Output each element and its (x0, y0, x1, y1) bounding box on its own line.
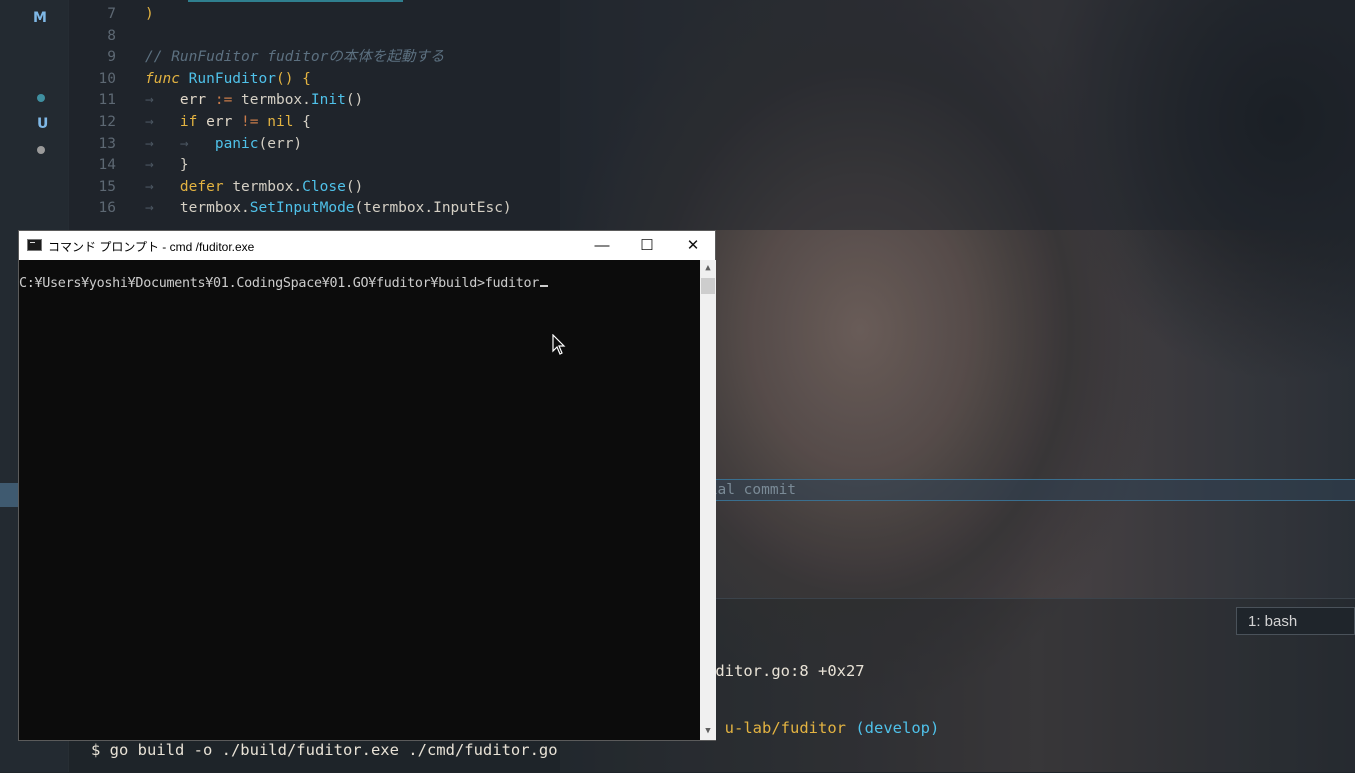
code-token: ) (145, 6, 154, 22)
code-line: 12 → if err != nil { (68, 111, 311, 133)
commit-message-row: tial commit (700, 479, 1355, 501)
code-token: func (145, 70, 189, 87)
code-line: 10 func RunFuditor() { (68, 68, 311, 90)
command-prompt-window[interactable]: コマンド プロンプト - cmd /fuditor.exe — ☐ ✕ C:¥U… (18, 230, 716, 741)
code-token: err (206, 114, 242, 130)
line-number: 10 (98, 70, 116, 87)
terminal-prompt-line: u-lab/fuditor (develop) (706, 701, 940, 737)
code-token: if (179, 114, 207, 130)
code-token: { (302, 114, 311, 130)
code-line: 15 → defer termbox.Close() (68, 176, 364, 198)
code-line: 13 → → panic(err) (68, 133, 303, 155)
code-token: nil (267, 114, 303, 130)
line-number: 8 (107, 27, 116, 44)
line-number: 9 (107, 49, 116, 66)
cmd-prompt-line: C:¥Users¥yoshi¥Documents¥01.CodingSpace¥… (19, 276, 549, 291)
line-number: 12 (98, 114, 116, 130)
untracked-marker: U (37, 116, 49, 132)
code-token: Close (302, 178, 346, 195)
cmd-app-icon (27, 239, 42, 251)
code-token: termbox. (179, 200, 250, 217)
code-token: SetInputMode (249, 200, 355, 217)
code-line: 8 (68, 25, 145, 47)
code-token: → (145, 114, 180, 130)
code-token: err (179, 92, 215, 109)
code-token: (termbox.InputEsc) (354, 200, 512, 217)
cmd-prompt-text: C:¥Users¥yoshi¥Documents¥01.CodingSpace¥… (19, 276, 540, 291)
code-token: termbox. (232, 178, 303, 195)
mouse-pointer-icon (552, 334, 566, 355)
selection-strip (0, 483, 18, 507)
status-dot-icon (37, 94, 45, 102)
code-token: (err) (258, 135, 303, 152)
code-editor[interactable]: 7) 8 9// RunFuditor fuditorの本体を起動する 10 func … (68, 0, 1355, 230)
scroll-thumb[interactable] (701, 278, 715, 294)
code-token: → → (145, 135, 215, 152)
code-token: () { (275, 70, 311, 87)
terminal-output-line: uditor.go:8 +0x27 (706, 662, 865, 680)
code-token: != (241, 114, 268, 130)
code-token: → (145, 92, 180, 109)
terminal-branch: (develop) (846, 719, 940, 737)
cmd-console[interactable]: C:¥Users¥yoshi¥Documents¥01.CodingSpace¥… (19, 260, 700, 740)
line-number: 16 (98, 200, 116, 217)
terminal-selector[interactable]: 1: bash (1236, 607, 1355, 635)
code-line: 9 // RunFuditor fuditorの本体を起動する (68, 46, 444, 68)
code-line: 7) (68, 3, 154, 25)
code-token: } (179, 157, 189, 174)
code-token: RunFuditor (188, 70, 276, 87)
code-token: → (145, 178, 180, 195)
code-token: → (145, 157, 180, 174)
vertical-scrollbar[interactable]: ▲ ▼ (700, 260, 716, 740)
code-token: → (145, 200, 180, 217)
line-number: 14 (98, 157, 116, 174)
code-line: 16 → termbox.SetInputMode(termbox.InputEs… (68, 197, 512, 219)
code-token: := (214, 92, 242, 109)
minimize-button[interactable]: — (579, 231, 625, 260)
terminal-path: u-lab/fuditor (724, 719, 846, 737)
code-token: // RunFuditor fuditorの本体を起動する (145, 49, 445, 66)
line-number: 7 (107, 6, 116, 22)
code-token: () (345, 92, 364, 109)
modified-marker: M (33, 10, 47, 26)
code-token: Init (310, 92, 346, 109)
code-token: defer (179, 178, 233, 195)
underline-decoration (188, 0, 403, 2)
code-token: termbox. (241, 92, 311, 109)
cmd-titlebar[interactable]: コマンド プロンプト - cmd /fuditor.exe — ☐ ✕ (19, 231, 715, 260)
scroll-down-icon[interactable]: ▼ (700, 723, 716, 740)
text-cursor (540, 285, 549, 287)
code-token: panic (214, 135, 259, 152)
line-number: 15 (98, 178, 116, 195)
cmd-window-title: コマンド プロンプト - cmd /fuditor.exe (48, 240, 255, 254)
code-line: 14 → } (68, 154, 189, 176)
line-number: 11 (98, 92, 116, 109)
close-button[interactable]: ✕ (670, 231, 716, 260)
maximize-button[interactable]: ☐ (624, 231, 670, 260)
status-dot-icon (37, 146, 45, 154)
code-token: () (345, 178, 364, 195)
line-number: 13 (98, 135, 116, 152)
scroll-up-icon[interactable]: ▲ (700, 260, 716, 277)
terminal-command-line: $ go build -o ./build/fuditor.exe ./cmd/… (91, 741, 558, 759)
code-line: 11 → err := termbox.Init() (68, 89, 364, 111)
